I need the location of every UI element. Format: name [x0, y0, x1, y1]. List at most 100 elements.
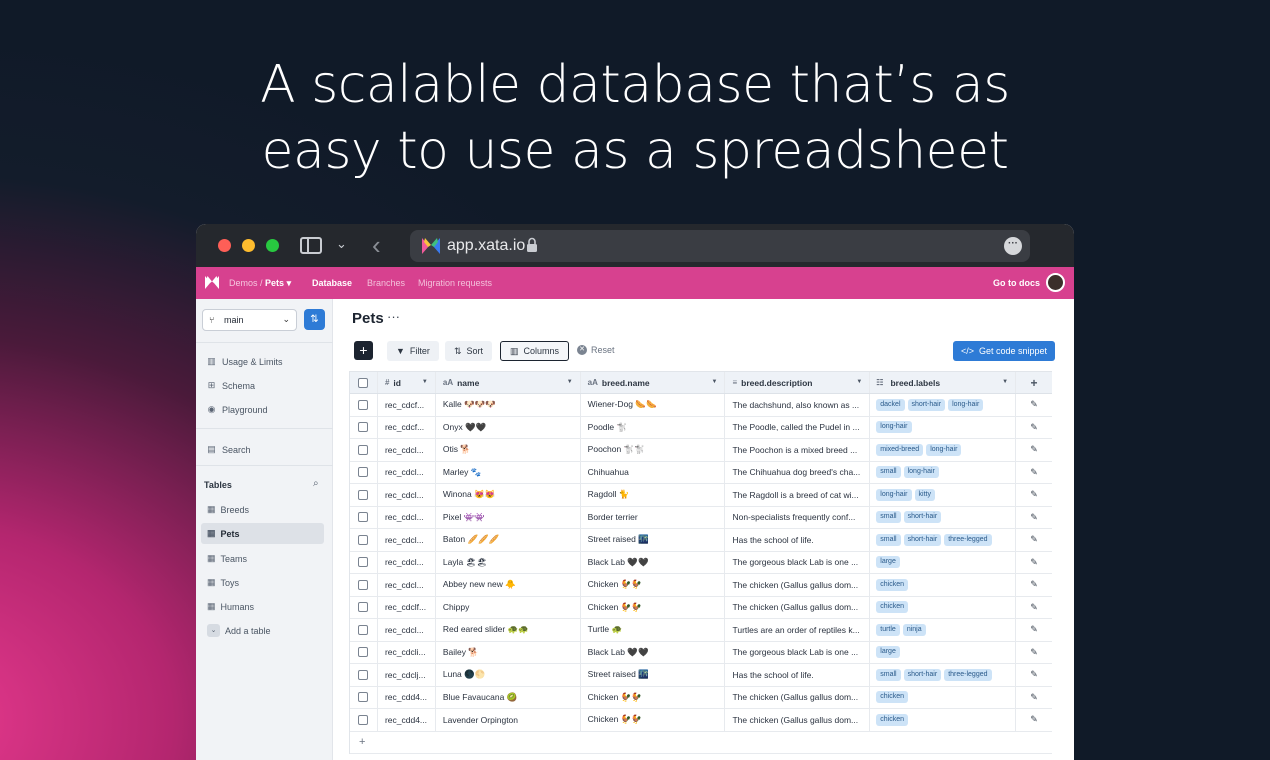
back-icon[interactable]: ‹ — [372, 230, 381, 261]
cell-name[interactable]: Bailey 🐕 — [436, 641, 581, 663]
row-checkbox-cell[interactable] — [350, 506, 378, 528]
edit-record-button[interactable]: ✎ — [1016, 619, 1052, 641]
table-row[interactable]: rec_cdcl... Winona 😻😻 Ragdoll 🐈 The Ragdoll… — [350, 484, 1052, 507]
filter-button[interactable]: ▼ Filter — [387, 341, 439, 361]
cell-breed-description[interactable]: Turtles are an order of reptiles k... — [725, 619, 871, 641]
cell-breed-labels[interactable]: small short-hair three-legged — [870, 529, 1017, 551]
cell-id[interactable]: rec_cdd4... — [378, 686, 436, 708]
avatar[interactable] — [1046, 273, 1065, 292]
caret-down-icon[interactable]: ▼ — [856, 379, 862, 385]
cell-breed-labels[interactable]: large — [870, 551, 1017, 573]
cell-breed-name[interactable]: Ragdoll 🐈 — [581, 484, 726, 506]
table-row[interactable]: rec_cdclj... Luna 🌑🌕 Street raised 🌃 Has th… — [350, 664, 1052, 687]
cell-id[interactable]: rec_cdcl... — [378, 484, 436, 506]
row-checkbox[interactable] — [358, 534, 369, 545]
row-checkbox[interactable] — [358, 512, 369, 523]
sidebar-item-usage[interactable]: ▥ Usage & Limits — [206, 356, 282, 367]
sort-button[interactable]: ⇅ Sort — [445, 341, 493, 361]
cell-name[interactable]: Onyx 🖤🖤 — [436, 416, 581, 438]
cell-name[interactable]: Kalle 🐶🐶🐶 — [436, 394, 581, 416]
minimize-window-button[interactable] — [242, 239, 255, 252]
row-checkbox[interactable] — [358, 557, 369, 568]
cell-id[interactable]: rec_cdcl... — [378, 506, 436, 528]
cell-breed-name[interactable]: Black Lab 🖤🖤 — [581, 551, 726, 573]
edit-record-button[interactable]: ✎ — [1016, 709, 1052, 731]
more-icon[interactable]: ··· — [387, 309, 400, 324]
table-row[interactable]: rec_cdcf... Kalle 🐶🐶🐶 Wiener-Dog 🌭🌭 The dac… — [350, 394, 1052, 417]
get-code-snippet-button[interactable]: </> Get code snippet — [952, 341, 1055, 361]
table-row[interactable]: rec_cdcli... Bailey 🐕 Black Lab 🖤🖤 The gorg… — [350, 641, 1052, 664]
cell-id[interactable]: rec_cdcl... — [378, 461, 436, 483]
columns-button[interactable]: ▥ Columns — [500, 341, 570, 361]
more-options-icon[interactable]: ··· — [1004, 237, 1022, 255]
row-checkbox[interactable] — [358, 714, 369, 725]
select-all-checkbox-cell[interactable] — [350, 372, 378, 393]
row-checkbox[interactable] — [358, 624, 369, 635]
table-row[interactable]: rec_cdcl... Pixel 👾👾 Border terrier Non-spe… — [350, 506, 1052, 529]
cell-breed-description[interactable]: The chicken (Gallus gallus dom... — [725, 596, 871, 618]
cell-breed-description[interactable]: The Chihuahua dog breed's cha... — [725, 461, 871, 483]
cell-name[interactable]: Layla 🏖🏖 — [436, 551, 581, 573]
cell-breed-description[interactable]: The Poochon is a mixed breed ... — [725, 439, 871, 461]
caret-down-icon[interactable]: ▼ — [712, 379, 718, 385]
edit-record-button[interactable]: ✎ — [1016, 552, 1052, 574]
table-row[interactable]: rec_cdclf... Chippy Chicken 🐓🐓 The chicken … — [350, 596, 1052, 619]
cell-name[interactable]: Red eared slider 🐢🐢 — [436, 619, 581, 641]
cell-id[interactable]: rec_cdcl... — [378, 574, 436, 596]
breadcrumb-database[interactable]: Pets — [265, 278, 284, 288]
row-checkbox-cell[interactable] — [350, 574, 378, 596]
xata-logo-icon[interactable] — [205, 276, 219, 289]
row-checkbox[interactable] — [358, 489, 369, 500]
cell-breed-name[interactable]: Black Lab 🖤🖤 — [581, 641, 726, 663]
row-checkbox[interactable] — [358, 579, 369, 590]
chevron-down-icon[interactable]: ⌄ — [336, 236, 347, 252]
column-header-name[interactable]: aA name ▼ — [436, 372, 581, 393]
row-checkbox-cell[interactable] — [350, 596, 378, 618]
cell-breed-description[interactable]: Has the school of life. — [725, 529, 871, 551]
row-checkbox-cell[interactable] — [350, 484, 378, 506]
cell-breed-labels[interactable]: turtle ninja — [870, 619, 1017, 641]
row-checkbox-cell[interactable] — [350, 686, 378, 708]
cell-id[interactable]: rec_cdcl... — [378, 551, 436, 573]
branch-compare-button[interactable]: ⇅ — [304, 309, 325, 330]
table-item-humans[interactable]: ▦ Humans — [201, 596, 324, 617]
cell-name[interactable]: Winona 😻😻 — [436, 484, 581, 506]
row-checkbox-cell[interactable] — [350, 439, 378, 461]
cell-breed-name[interactable]: Wiener-Dog 🌭🌭 — [581, 394, 726, 416]
cell-breed-name[interactable]: Chihuahua — [581, 461, 726, 483]
cell-id[interactable]: rec_cdcf... — [378, 416, 436, 438]
cell-breed-description[interactable]: The chicken (Gallus gallus dom... — [725, 709, 871, 731]
cell-breed-name[interactable]: Street raised 🌃 — [581, 664, 726, 686]
edit-record-button[interactable]: ✎ — [1016, 597, 1052, 619]
close-window-button[interactable] — [218, 239, 231, 252]
cell-breed-name[interactable]: Poodle 🐩 — [581, 416, 726, 438]
cell-breed-name[interactable]: Chicken 🐓🐓 — [581, 596, 726, 618]
edit-record-button[interactable]: ✎ — [1016, 394, 1052, 416]
breadcrumb-workspace[interactable]: Demos — [229, 278, 258, 288]
select-all-checkbox[interactable] — [358, 377, 369, 388]
table-item-teams[interactable]: ▦ Teams — [201, 548, 324, 569]
cell-breed-name[interactable]: Chicken 🐓🐓 — [581, 574, 726, 596]
cell-breed-labels[interactable]: dackel short-hair long-hair — [870, 394, 1017, 416]
table-item-pets[interactable]: ▦ Pets — [201, 523, 324, 544]
table-row[interactable]: rec_cdcl... Layla 🏖🏖 Black Lab 🖤🖤 The gorge… — [350, 551, 1052, 574]
go-to-docs-link[interactable]: Go to docs — [993, 278, 1040, 288]
cell-name[interactable]: Baton 🥖🥖🥖 — [436, 529, 581, 551]
add-row-button[interactable]: + — [350, 732, 1052, 754]
cell-breed-description[interactable]: The gorgeous black Lab is one ... — [725, 641, 871, 663]
caret-down-icon[interactable]: ▼ — [1002, 379, 1008, 385]
add-record-button[interactable]: + — [354, 341, 373, 360]
row-checkbox[interactable] — [358, 602, 369, 613]
caret-down-icon[interactable]: ▼ — [567, 379, 573, 385]
edit-record-button[interactable]: ✎ — [1016, 642, 1052, 664]
cell-breed-labels[interactable]: chicken — [870, 596, 1017, 618]
cell-id[interactable]: rec_cdd4... — [378, 709, 436, 731]
cell-breed-labels[interactable]: chicken — [870, 574, 1017, 596]
row-checkbox[interactable] — [358, 399, 369, 410]
table-row[interactable]: rec_cdcl... Abbey new new 🐥 Chicken 🐓🐓 The … — [350, 574, 1052, 597]
cell-breed-description[interactable]: The Ragdoll is a breed of cat wi... — [725, 484, 871, 506]
table-row[interactable]: rec_cdcl... Marley 🐾 Chihuahua The Chihuahu… — [350, 461, 1052, 484]
row-checkbox-cell[interactable] — [350, 551, 378, 573]
cell-breed-labels[interactable]: chicken — [870, 709, 1017, 731]
cell-breed-description[interactable]: Non-specialists frequently conf... — [725, 506, 871, 528]
